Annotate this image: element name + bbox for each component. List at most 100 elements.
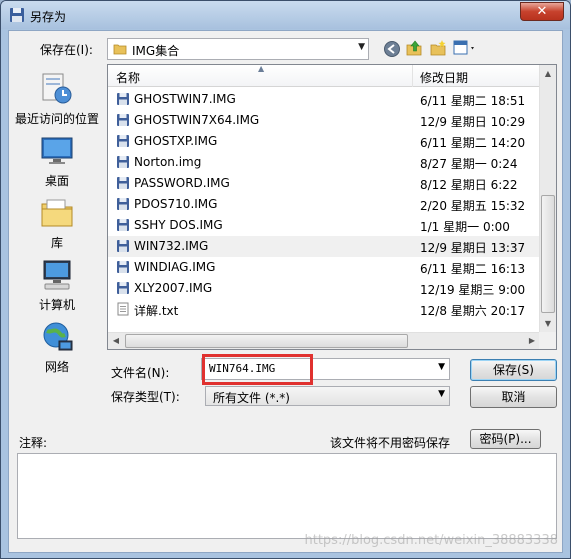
floppy-disk-icon [117, 114, 129, 126]
place-network[interactable]: 网络 [10, 319, 104, 375]
place-desktop[interactable]: 桌面 [10, 133, 104, 189]
file-row[interactable]: GHOSTWIN7X64.IMG 12/9 星期日 10:29 [108, 110, 540, 131]
file-date: 6/11 星期二 16:13 [420, 262, 526, 276]
file-date: 12/8 星期六 20:17 [420, 304, 526, 318]
file-name: WINDIAG.IMG [134, 260, 216, 274]
dialog-body: 保存在(I): IMG集合 ▼ 最近访问的位置 桌面 库 计算机 网络 ▲ 名称… [8, 30, 563, 553]
scroll-up-icon[interactable]: ▲ [540, 65, 556, 82]
libraries-icon [41, 199, 73, 227]
list-header: ▲ 名称 修改日期 [108, 64, 540, 87]
floppy-disk-icon [117, 177, 129, 189]
place-label-desktop: 桌面 [44, 174, 69, 188]
text-file-icon [117, 302, 129, 316]
file-date: 2/20 星期五 15:32 [420, 199, 526, 213]
places-bar: 最近访问的位置 桌面 库 计算机 网络 [10, 63, 104, 421]
file-name: GHOSTXP.IMG [134, 134, 218, 148]
file-name: PDOS710.IMG [134, 197, 218, 211]
place-libraries[interactable]: 库 [10, 195, 104, 251]
horizontal-scroll-thumb[interactable] [125, 334, 408, 348]
file-list[interactable]: ▲ 名称 修改日期 GHOSTWIN7.IMG 6/11 星期二 18:51 GHO… [107, 64, 557, 350]
file-date: 12/9 星期日 13:37 [420, 241, 526, 255]
recent-places-icon [42, 73, 72, 104]
no-password-note: 该文件将不用密码保存 [330, 436, 451, 450]
vertical-scroll-thumb[interactable] [541, 195, 555, 313]
save-as-dialog: 另存为 ✕ 保存在(I): IMG集合 ▼ 最近访问的位置 桌面 库 计算机 网… [0, 0, 571, 559]
password-button[interactable]: 密码(P)... [470, 429, 541, 449]
place-label-network: 网络 [44, 360, 69, 374]
back-icon[interactable] [383, 40, 401, 58]
file-row[interactable]: WIN732.IMG 12/9 星期日 13:37 [108, 236, 540, 257]
file-row[interactable]: SSHY DOS.IMG 1/1 星期一 0:00 [108, 215, 540, 236]
watermark-text: https://blog.csdn.net/weixin_38883338 [304, 533, 558, 548]
scrollbar-corner [539, 332, 556, 349]
column-header-name[interactable]: 名称 [116, 69, 140, 86]
floppy-disk-icon [117, 282, 129, 294]
file-row[interactable]: GHOSTXP.IMG 6/11 星期二 14:20 [108, 131, 540, 152]
file-row[interactable]: PASSWORD.IMG 8/12 星期日 6:22 [108, 173, 540, 194]
file-row[interactable]: XLY2007.IMG 12/19 星期三 9:00 [108, 278, 540, 299]
view-menu-icon[interactable] [453, 39, 477, 57]
floppy-disk-icon [117, 156, 129, 168]
up-folder-icon[interactable] [405, 39, 423, 57]
desktop-icon [41, 137, 73, 164]
filename-value: WIN764.IMG [209, 362, 276, 375]
window-title: 另存为 [30, 10, 67, 24]
sort-ascending-icon: ▲ [258, 64, 265, 73]
file-name: GHOSTWIN7X64.IMG [134, 113, 260, 127]
file-row[interactable]: 详解.txt 12/8 星期六 20:17 [108, 299, 540, 320]
file-name: SSHY DOS.IMG [134, 218, 223, 232]
notes-label: 注释: [19, 436, 48, 450]
new-folder-icon[interactable] [429, 39, 447, 57]
scroll-right-icon[interactable]: ▶ [524, 333, 540, 349]
title-bar[interactable]: 另存为 ✕ [1, 1, 570, 29]
file-date: 6/11 星期二 18:51 [420, 94, 526, 108]
save-button[interactable]: 保存(S) [470, 359, 557, 381]
file-rows: GHOSTWIN7.IMG 6/11 星期二 18:51 GHOSTWIN7X64.… [108, 89, 540, 320]
network-icon [43, 322, 73, 351]
folder-icon [113, 44, 127, 55]
file-row[interactable]: PDOS710.IMG 2/20 星期五 15:32 [108, 194, 540, 215]
column-divider[interactable] [412, 65, 413, 87]
file-name: WIN732.IMG [134, 239, 209, 253]
save-in-combo[interactable]: IMG集合 ▼ [107, 38, 369, 60]
floppy-disk-icon [117, 240, 129, 252]
floppy-disk-icon [117, 93, 129, 105]
file-date: 12/9 星期日 10:29 [420, 115, 526, 129]
place-label-computer: 计算机 [38, 298, 75, 312]
filetype-label: 保存类型(T): [111, 390, 180, 404]
scroll-down-icon[interactable]: ▼ [540, 315, 556, 332]
place-computer[interactable]: 计算机 [10, 257, 104, 313]
current-folder: IMG集合 [132, 44, 180, 58]
file-row[interactable]: WINDIAG.IMG 6/11 星期二 16:13 [108, 257, 540, 278]
file-name: Norton.img [134, 155, 202, 169]
file-date: 1/1 星期一 0:00 [420, 220, 510, 234]
file-row[interactable]: Norton.img 8/27 星期一 0:24 [108, 152, 540, 173]
save-in-label: 保存在(I): [40, 43, 93, 57]
filename-field[interactable]: WIN764.IMG ▼ [201, 358, 450, 380]
computer-icon [43, 260, 71, 290]
file-row[interactable]: GHOSTWIN7.IMG 6/11 星期二 18:51 [108, 89, 540, 110]
scroll-left-icon[interactable]: ◀ [108, 333, 124, 349]
file-date: 8/27 星期一 0:24 [420, 157, 518, 171]
file-date: 12/19 星期三 9:00 [420, 283, 526, 297]
chevron-down-icon[interactable]: ▼ [438, 362, 445, 372]
filename-label: 文件名(N): [111, 366, 170, 380]
file-name: 详解.txt [134, 304, 179, 318]
filetype-select[interactable]: 所有文件 (*.*) ▼ [205, 386, 450, 406]
filetype-value: 所有文件 (*.*) [213, 391, 290, 405]
column-header-date[interactable]: 修改日期 [420, 69, 468, 86]
floppy-disk-icon [117, 219, 129, 231]
close-button[interactable]: ✕ [520, 2, 564, 21]
cancel-button[interactable]: 取消 [470, 386, 557, 408]
file-date: 6/11 星期二 14:20 [420, 136, 526, 150]
horizontal-scrollbar[interactable]: ◀ ▶ [108, 332, 540, 349]
notes-textarea[interactable] [17, 453, 557, 539]
chevron-down-icon[interactable]: ▼ [438, 389, 445, 399]
place-label-recent: 最近访问的位置 [14, 112, 99, 126]
file-name: GHOSTWIN7.IMG [134, 92, 236, 106]
file-name: XLY2007.IMG [134, 281, 213, 295]
place-label-libraries: 库 [50, 236, 63, 250]
chevron-down-icon: ▼ [358, 42, 365, 52]
vertical-scrollbar[interactable]: ▲ ▼ [539, 65, 556, 332]
place-recent[interactable]: 最近访问的位置 [10, 71, 104, 127]
